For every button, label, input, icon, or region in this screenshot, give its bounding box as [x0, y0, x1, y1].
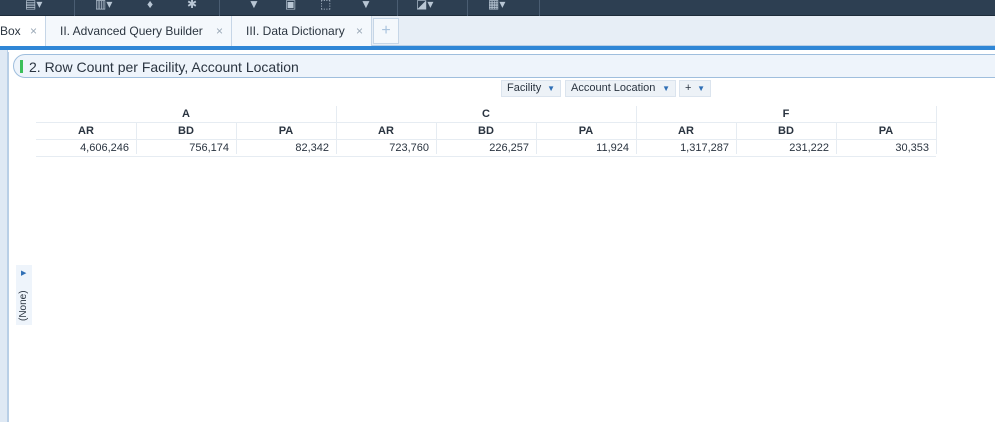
subheader-cell: AR — [378, 125, 394, 137]
facility-dimension-chip[interactable]: Facility ▼ — [501, 80, 561, 97]
toolbar-group-4: ◪▾ — [398, 0, 468, 16]
chip-label: Facility — [507, 82, 542, 94]
panel-header: 2. Row Count per Facility, Account Locat… — [13, 54, 995, 78]
tab-bar: Box × II. Advanced Query Builder × III. … — [0, 16, 995, 46]
subheader-cell: BD — [478, 125, 494, 137]
panel-title: 2. Row Count per Facility, Account Locat… — [29, 59, 299, 75]
chevron-down-icon[interactable]: ▼ — [697, 81, 705, 96]
workspace: 2. Row Count per Facility, Account Locat… — [0, 50, 995, 422]
chevron-down-icon[interactable]: ▼ — [662, 81, 670, 96]
group-header-c: C — [482, 108, 490, 120]
tab-label: Box — [0, 24, 21, 38]
chip-label: Account Location — [571, 82, 656, 94]
expand-arrow-icon[interactable]: ▶ — [21, 269, 26, 277]
layout-icon[interactable]: ▦▾ — [488, 0, 505, 10]
value-cell: 226,257 — [489, 142, 529, 154]
value-cell: 1,317,287 — [680, 142, 729, 154]
toolbar-group-3: ▼ ▣ ⬚ ▼ — [220, 0, 398, 16]
tab-label: II. Advanced Query Builder — [60, 24, 203, 38]
account-location-dimension-chip[interactable]: Account Location ▼ — [565, 80, 676, 97]
bookmark-icon[interactable]: ▼ — [360, 0, 372, 10]
toolbar-group-2: ▥▾ ♦ ✱ — [75, 0, 220, 16]
status-indicator — [20, 60, 23, 73]
subheader-cell: PA — [878, 125, 894, 137]
header-divider — [36, 139, 936, 140]
tab-advanced-query-builder[interactable]: II. Advanced Query Builder × — [46, 16, 232, 46]
toolbar-group-1: ▤▾ — [0, 0, 75, 16]
none-label: (None) — [18, 290, 29, 321]
close-icon[interactable]: × — [30, 16, 37, 46]
columns-icon[interactable]: ▥▾ — [95, 0, 112, 10]
value-cell: 231,222 — [789, 142, 829, 154]
subheader-cell: AR — [678, 125, 694, 137]
subheader-cell: BD — [178, 125, 194, 137]
add-tab-button[interactable]: + — [373, 18, 399, 44]
subheader-cell: PA — [578, 125, 594, 137]
tab-box[interactable]: Box × — [0, 16, 46, 46]
group-header-a: A — [182, 108, 190, 120]
subheader-cell: BD — [778, 125, 794, 137]
gear-icon[interactable]: ✱ — [187, 0, 197, 10]
tab-label: III. Data Dictionary — [246, 24, 345, 38]
header-divider — [36, 122, 936, 123]
value-cell: 723,760 — [389, 142, 429, 154]
row-divider — [36, 156, 936, 157]
group-header-f: F — [782, 108, 790, 120]
add-dimension-button[interactable]: + ▼ — [679, 80, 711, 97]
copy-icon[interactable]: ▣ — [285, 0, 296, 10]
left-collapse-rail[interactable] — [0, 50, 8, 422]
chart-icon[interactable]: ◪▾ — [416, 0, 433, 10]
close-icon[interactable]: × — [216, 16, 223, 46]
list-icon[interactable]: ▤▾ — [25, 0, 42, 10]
tab-data-dictionary[interactable]: III. Data Dictionary × — [232, 16, 372, 46]
column-divider — [936, 106, 937, 154]
chevron-down-icon[interactable]: ▼ — [547, 81, 555, 96]
subheader-cell: PA — [278, 125, 294, 137]
row-dimension-drop-zone[interactable]: ▶ (None) — [16, 265, 32, 325]
value-cell: 4,606,246 — [80, 142, 129, 154]
value-cell: 756,174 — [189, 142, 229, 154]
subheader-cell: AR — [78, 125, 94, 137]
top-toolbar: ▤▾ ▥▾ ♦ ✱ ▼ ▣ ⬚ ▼ ◪▾ ▦▾ — [0, 0, 995, 16]
value-cell: 82,342 — [295, 142, 329, 154]
bulb-icon[interactable]: ♦ — [147, 0, 153, 10]
selection-icon[interactable]: ⬚ — [320, 0, 331, 10]
close-icon[interactable]: × — [356, 16, 363, 46]
pin-icon[interactable]: ▼ — [248, 0, 260, 10]
toolbar-group-5: ▦▾ — [468, 0, 540, 16]
add-dimension-label: + — [685, 82, 692, 94]
value-cell: 30,353 — [895, 142, 929, 154]
value-cell: 11,924 — [596, 142, 629, 154]
